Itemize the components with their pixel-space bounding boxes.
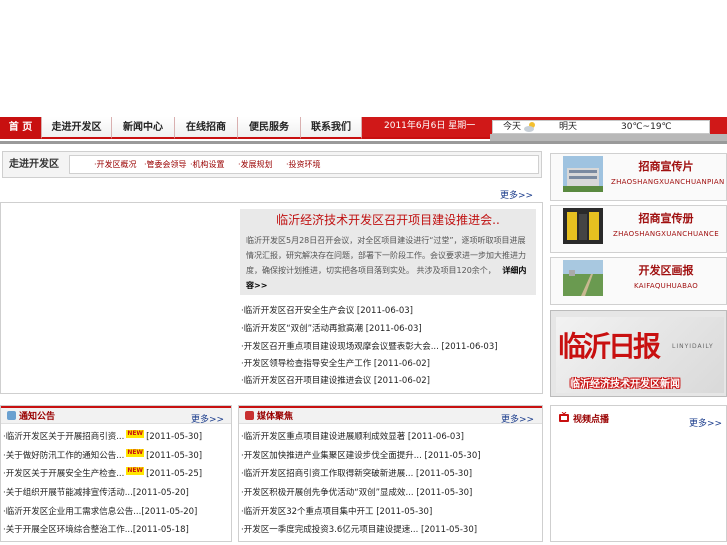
notice-title: 通知公告 bbox=[19, 412, 56, 422]
promo-video-thumbnail bbox=[563, 156, 603, 192]
linyi-daily-inner: 临沂日报 LINYIDAILY 临沂经济技术开发区新闻 bbox=[556, 317, 724, 393]
sublink-environment[interactable]: ·投资环境 bbox=[286, 156, 321, 174]
nav-services[interactable]: 便民服务 bbox=[238, 117, 301, 139]
navbar-divider bbox=[490, 134, 727, 141]
headline-box: 临沂经济技术开发区召开项目建设推进会.. 临沂开发区5月28日召开会议，对全区项… bbox=[240, 209, 536, 295]
headline-title[interactable]: 临沂经济技术开发区召开项目建设推进会.. bbox=[240, 211, 536, 228]
promo-video-subtitle: ZHAOSHANGXUANCHUANPIAN bbox=[611, 178, 725, 186]
list-item[interactable]: ·开发区积极开展创先争优活动“双创”显成效... [2011-05-30] bbox=[241, 486, 472, 498]
nav-contact[interactable]: 联系我们 bbox=[301, 117, 362, 139]
new-badge: NEW bbox=[126, 430, 145, 438]
list-item[interactable]: ·临沂开发区关于开展招商引资... NEW [2011-05-30] bbox=[3, 430, 202, 442]
linyi-daily-caption: 临沂经济技术开发区新闻 bbox=[570, 379, 680, 390]
main-more-link[interactable]: 更多>> bbox=[500, 188, 533, 201]
subbar-links: ·开发区概况 ·管委会领导 ·机构设置 ·发展规划 ·投资环境 bbox=[69, 155, 539, 174]
promo-pictorial[interactable]: 开发区画报 KAIFAQUHUABAO bbox=[550, 257, 727, 305]
linyi-daily-logo: 临沂日报 bbox=[558, 330, 661, 363]
list-item[interactable]: ·临沂开发区召开项目建设推进会议 [2011-06-02] bbox=[241, 374, 430, 386]
nav-investment[interactable]: 在线招商 bbox=[175, 117, 238, 139]
video-panel: 视频点播 更多>> bbox=[550, 405, 727, 542]
notice-panel: 通知公告 更多>> ·临沂开发区关于开展招商引资... NEW [2011-05-3… bbox=[0, 405, 232, 542]
news-center-panel: 临沂经济技术开发区召开项目建设推进会.. 临沂开发区5月28日召开会议，对全区项… bbox=[0, 202, 543, 394]
tv-icon bbox=[559, 411, 569, 425]
linyi-daily-logo-en: LINYIDAILY bbox=[672, 343, 714, 350]
sublink-planning[interactable]: ·发展规划 bbox=[238, 156, 273, 174]
promo-pictorial-title: 开发区画报 bbox=[638, 264, 694, 277]
new-badge: NEW bbox=[126, 449, 145, 457]
notice-more-link[interactable]: 更多>> bbox=[191, 412, 224, 425]
promo-pictorial-subtitle: KAIFAQUHUABAO bbox=[633, 282, 699, 290]
list-item[interactable]: ·关于做好防汛工作的通知公告... NEW [2011-05-30] bbox=[3, 449, 202, 461]
promo-brochure-thumbnail bbox=[563, 208, 603, 244]
promo-video[interactable]: 招商宣传片 ZHAOSHANGXUANCHUANPIAN bbox=[550, 153, 727, 201]
nav-home[interactable]: 首 页 bbox=[0, 117, 42, 139]
list-item[interactable]: ·关于组织开展节能减排宣传活动...[2011-05-20] bbox=[3, 486, 189, 498]
media-panel-header: 媒体聚焦 bbox=[239, 406, 542, 424]
list-item[interactable]: ·开发区领导检查指导安全生产工作 [2011-06-02] bbox=[241, 357, 430, 369]
weather-today-label: 今天 bbox=[503, 122, 522, 132]
promo-brochure-subtitle: ZHAOSHANGXUANCHUANCE bbox=[613, 230, 719, 238]
list-item[interactable]: ·临沂开发区招商引资工作取得新突破新进展... [2011-05-30] bbox=[241, 467, 472, 479]
weather-tomorrow-label: 明天 bbox=[559, 122, 578, 132]
video-title: 视频点播 bbox=[573, 415, 610, 425]
sublink-overview[interactable]: ·开发区概况 bbox=[94, 156, 137, 174]
sublink-leaders[interactable]: ·管委会领导 bbox=[144, 156, 187, 174]
temperature-range: 30℃~19℃ bbox=[621, 122, 672, 132]
list-item[interactable]: ·开发区一季度完成投资3.6亿元项目建设提速... [2011-05-30] bbox=[241, 523, 477, 535]
list-item[interactable]: ·临沂开发区召开安全生产会议 [2011-06-03] bbox=[241, 304, 413, 316]
sublink-structure[interactable]: ·机构设置 bbox=[190, 156, 225, 174]
list-item[interactable]: ·临沂开发区企业用工需求信息公告...[2011-05-20] bbox=[3, 505, 197, 517]
headline-summary-text: 临沂开发区5月28日召开会议，对全区项目建设进行“过堂”，逐项听取项目进展情况汇… bbox=[246, 236, 526, 275]
promo-brochure[interactable]: 招商宣传册 ZHAOSHANGXUANCHUANCE bbox=[550, 205, 727, 253]
new-badge: NEW bbox=[126, 467, 145, 475]
promo-brochure-title: 招商宣传册 bbox=[638, 212, 694, 225]
media-more-link[interactable]: 更多>> bbox=[501, 412, 534, 425]
list-item[interactable]: ·临沂开发区重点项目建设进展顺利成效显著 [2011-06-03] bbox=[241, 430, 464, 442]
list-item[interactable]: ·开发区召开重点项目建设现场观摩会议暨表彰大会... [2011-06-03] bbox=[241, 340, 498, 352]
list-item[interactable]: ·关于开展全区环境综合整治工作...[2011-05-18] bbox=[3, 523, 189, 535]
linyi-daily-banner[interactable]: 临沂日报 LINYIDAILY 临沂经济技术开发区新闻 bbox=[550, 310, 727, 397]
media-panel: 媒体聚焦 更多>> ·临沂开发区重点项目建设进展顺利成效显著 [2011-06-… bbox=[238, 405, 543, 542]
current-date: 2011年6月6日 星期一 bbox=[362, 117, 490, 139]
list-item[interactable]: ·临沂开发区“双创”活动再掀高潮 [2011-06-03] bbox=[241, 322, 422, 334]
media-title: 媒体聚焦 bbox=[257, 412, 294, 422]
subbar-title: 走进开发区 bbox=[9, 159, 59, 170]
video-more-link[interactable]: 更多>> bbox=[689, 416, 722, 429]
weather-widget: 今天 明天 30℃~19℃ bbox=[492, 120, 710, 134]
list-item[interactable]: ·开发区加快推进产业集聚区建设步伐全面提升... [2011-05-30] bbox=[241, 449, 481, 461]
nav-news[interactable]: 新闻中心 bbox=[112, 117, 175, 139]
promo-pictorial-thumbnail bbox=[563, 260, 603, 296]
headline-summary: 临沂开发区5月28日召开会议，对全区项目建设进行“过堂”，逐项听取项目进展情况汇… bbox=[246, 233, 531, 293]
notice-icon bbox=[7, 411, 16, 420]
promo-video-title: 招商宣传片 bbox=[638, 160, 694, 173]
nav-about[interactable]: 走进开发区 bbox=[42, 117, 112, 139]
media-icon bbox=[245, 411, 254, 420]
list-item[interactable]: ·临沂开发区32个重点项目集中开工 [2011-05-30] bbox=[241, 505, 432, 517]
list-item[interactable]: ·开发区关于开展安全生产检查... NEW [2011-05-25] bbox=[3, 467, 202, 479]
section-subbar: 走进开发区 ·开发区概况 ·管委会领导 ·机构设置 ·发展规划 ·投资环境 bbox=[2, 151, 542, 178]
navbar-shadow bbox=[0, 141, 727, 144]
